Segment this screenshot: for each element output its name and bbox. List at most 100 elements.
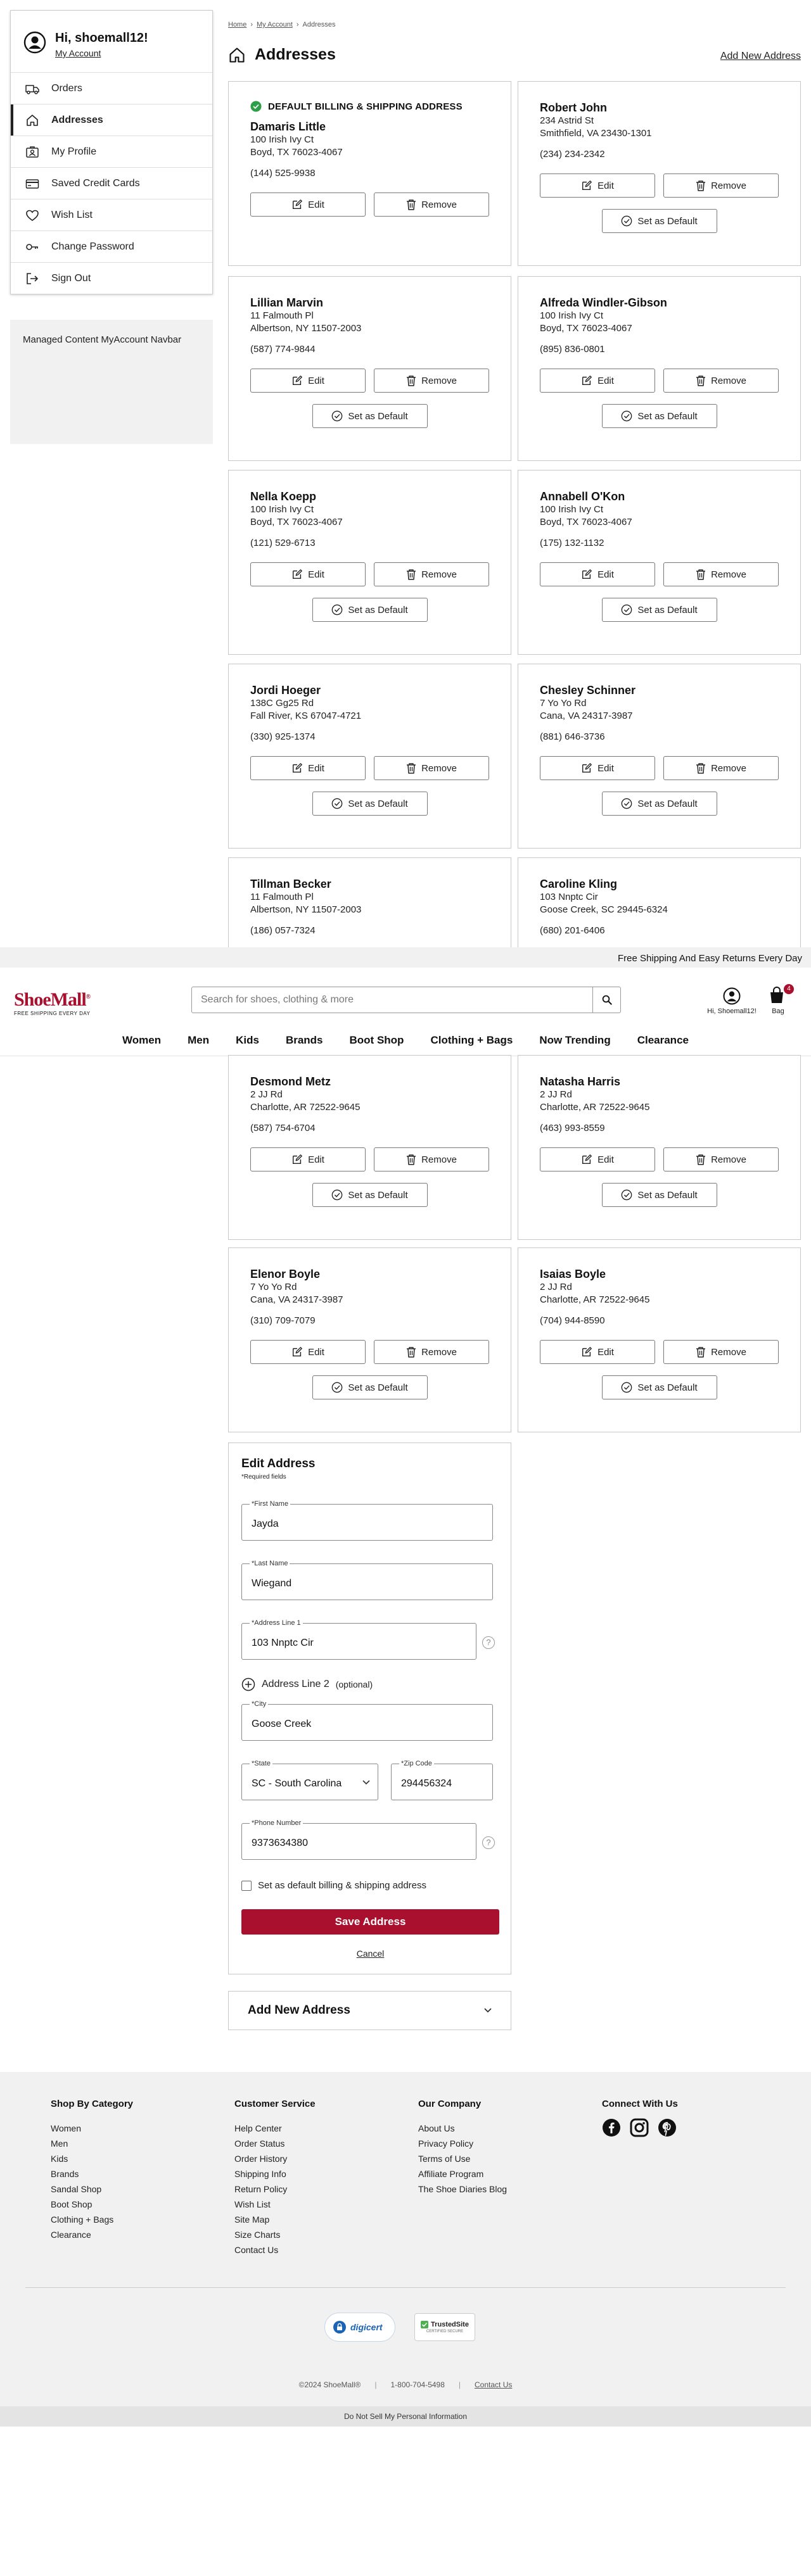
edit-address-button[interactable]: Edit	[250, 193, 366, 217]
set-as-default-button[interactable]: Set as Default	[312, 404, 428, 428]
facebook-icon[interactable]	[602, 2118, 621, 2137]
edit-address-button[interactable]: Edit	[540, 1147, 655, 1171]
trustedsite-badge[interactable]: TrustedSite CERTIFIED SECURE	[414, 2313, 475, 2341]
footer-link[interactable]: Clearance	[51, 2227, 133, 2242]
set-as-default-button[interactable]: Set as Default	[312, 598, 428, 622]
sidebar-item-change-password[interactable]: Change Password	[11, 230, 212, 262]
remove-address-button[interactable]: Remove	[663, 1340, 779, 1364]
add-new-address-link[interactable]: Add New Address	[720, 51, 801, 62]
nav-item-brands[interactable]: Brands	[272, 1034, 336, 1047]
remove-address-button[interactable]: Remove	[374, 562, 489, 586]
remove-address-button[interactable]: Remove	[374, 369, 489, 393]
zip-code-field[interactable]: *Zip Code 294456324	[391, 1760, 493, 1800]
remove-address-button[interactable]: Remove	[374, 193, 489, 217]
footer-link[interactable]: Sandal Shop	[51, 2181, 133, 2197]
default-address-checkbox[interactable]	[241, 1880, 252, 1891]
shoemall-logo[interactable]: ShoeMall® FREE SHIPPING EVERY DAY	[14, 988, 91, 1017]
edit-address-button[interactable]: Edit	[250, 369, 366, 393]
set-as-default-button[interactable]: Set as Default	[601, 598, 717, 622]
first-name-field[interactable]: *First Name Jayda	[241, 1500, 493, 1541]
nav-item-boot-shop[interactable]: Boot Shop	[336, 1034, 418, 1047]
nav-item-clothing-bags[interactable]: Clothing + Bags	[417, 1034, 526, 1047]
edit-address-button[interactable]: Edit	[250, 1147, 366, 1171]
sidebar-item-sign-out[interactable]: Sign Out	[11, 262, 212, 294]
footer-link[interactable]: Privacy Policy	[418, 2136, 507, 2151]
nav-item-kids[interactable]: Kids	[222, 1034, 272, 1047]
edit-address-button[interactable]: Edit	[250, 562, 366, 586]
sidebar-item-saved-credit-cards[interactable]: Saved Credit Cards	[11, 167, 212, 199]
add-new-address-panel[interactable]: Add New Address	[228, 1991, 511, 2030]
footer-link[interactable]: Site Map	[234, 2212, 316, 2227]
set-as-default-button[interactable]: Set as Default	[312, 792, 428, 816]
footer-link[interactable]: Affiliate Program	[418, 2166, 507, 2181]
address-line-1-field[interactable]: *Address Line 1 103 Nnptc Cir	[241, 1619, 476, 1660]
footer-link[interactable]: Clothing + Bags	[51, 2212, 133, 2227]
remove-address-button[interactable]: Remove	[663, 562, 779, 586]
footer-link[interactable]: Boot Shop	[51, 2197, 133, 2212]
footer-link[interactable]: About Us	[418, 2121, 507, 2136]
nav-item-men[interactable]: Men	[174, 1034, 222, 1047]
footer-link[interactable]: Terms of Use	[418, 2151, 507, 2166]
sidebar-item-my-profile[interactable]: My Profile	[11, 136, 212, 167]
digicert-badge[interactable]: digicert	[324, 2313, 395, 2342]
remove-address-button[interactable]: Remove	[374, 1340, 489, 1364]
header-account[interactable]: Hi, Shoemall12!	[703, 987, 760, 1015]
sidebar-item-orders[interactable]: Orders	[11, 72, 212, 104]
sidebar-item-addresses[interactable]: Addresses	[11, 104, 212, 136]
breadcrumb-my-account[interactable]: My Account	[257, 21, 293, 28]
set-as-default-button[interactable]: Set as Default	[601, 404, 717, 428]
my-account-link[interactable]: My Account	[55, 48, 148, 58]
footer-link[interactable]: Wish List	[234, 2197, 316, 2212]
header-bag[interactable]: 4 Bag	[765, 984, 794, 1015]
set-as-default-button[interactable]: Set as Default	[312, 1375, 428, 1399]
remove-address-button[interactable]: Remove	[663, 1147, 779, 1171]
cancel-link[interactable]: Cancel	[229, 1948, 512, 1959]
do-not-sell-link[interactable]: Do Not Sell My Personal Information	[0, 2406, 811, 2427]
set-as-default-button[interactable]: Set as Default	[601, 792, 717, 816]
sidebar-item-wish-list[interactable]: Wish List	[11, 199, 212, 230]
footer-link[interactable]: Kids	[51, 2151, 133, 2166]
footer-link[interactable]: Order History	[234, 2151, 316, 2166]
remove-address-button[interactable]: Remove	[663, 756, 779, 780]
footer-link[interactable]: Return Policy	[234, 2181, 316, 2197]
edit-address-button[interactable]: Edit	[250, 1340, 366, 1364]
search-button[interactable]	[592, 987, 620, 1013]
search-input[interactable]: Search for shoes, clothing & more	[191, 987, 621, 1013]
footer-link[interactable]: Women	[51, 2121, 133, 2136]
set-as-default-button[interactable]: Set as Default	[601, 1375, 717, 1399]
set-as-default-button[interactable]: Set as Default	[312, 1183, 428, 1207]
footer-link[interactable]: Brands	[51, 2166, 133, 2181]
footer-link[interactable]: Order Status	[234, 2136, 316, 2151]
edit-address-button[interactable]: Edit	[540, 174, 655, 198]
set-as-default-button[interactable]: Set as Default	[601, 1183, 717, 1207]
edit-address-button[interactable]: Edit	[540, 369, 655, 393]
city-field[interactable]: *City Goose Creek	[241, 1700, 493, 1741]
footer-link[interactable]: Shipping Info	[234, 2166, 316, 2181]
edit-address-button[interactable]: Edit	[540, 562, 655, 586]
instagram-icon[interactable]	[630, 2118, 649, 2137]
remove-address-button[interactable]: Remove	[374, 756, 489, 780]
contact-us-link[interactable]: Contact Us	[475, 2380, 512, 2389]
phone-help-icon[interactable]: ?	[482, 1836, 495, 1849]
footer-link[interactable]: Help Center	[234, 2121, 316, 2136]
remove-address-button[interactable]: Remove	[663, 174, 779, 198]
nav-item-now-trending[interactable]: Now Trending	[526, 1034, 623, 1047]
set-as-default-button[interactable]: Set as Default	[601, 209, 717, 233]
phone-number-field[interactable]: *Phone Number 9373634380	[241, 1819, 476, 1860]
last-name-field[interactable]: *Last Name Wiegand	[241, 1560, 493, 1600]
save-address-button[interactable]: Save Address	[241, 1909, 499, 1935]
footer-link[interactable]: Size Charts	[234, 2227, 316, 2242]
footer-link[interactable]: Contact Us	[234, 2242, 316, 2257]
address-help-icon[interactable]: ?	[482, 1636, 495, 1649]
pinterest-icon[interactable]	[658, 2118, 677, 2137]
edit-address-button[interactable]: Edit	[540, 1340, 655, 1364]
nav-item-women[interactable]: Women	[109, 1034, 174, 1047]
nav-item-clearance[interactable]: Clearance	[624, 1034, 702, 1047]
breadcrumb-home[interactable]: Home	[228, 21, 246, 28]
remove-address-button[interactable]: Remove	[374, 1147, 489, 1171]
remove-address-button[interactable]: Remove	[663, 369, 779, 393]
address-line-2-toggle[interactable]: Address Line 2 (optional)	[241, 1677, 373, 1691]
edit-address-button[interactable]: Edit	[540, 756, 655, 780]
edit-address-button[interactable]: Edit	[250, 756, 366, 780]
state-select[interactable]: *State SC - South Carolina	[241, 1760, 378, 1800]
